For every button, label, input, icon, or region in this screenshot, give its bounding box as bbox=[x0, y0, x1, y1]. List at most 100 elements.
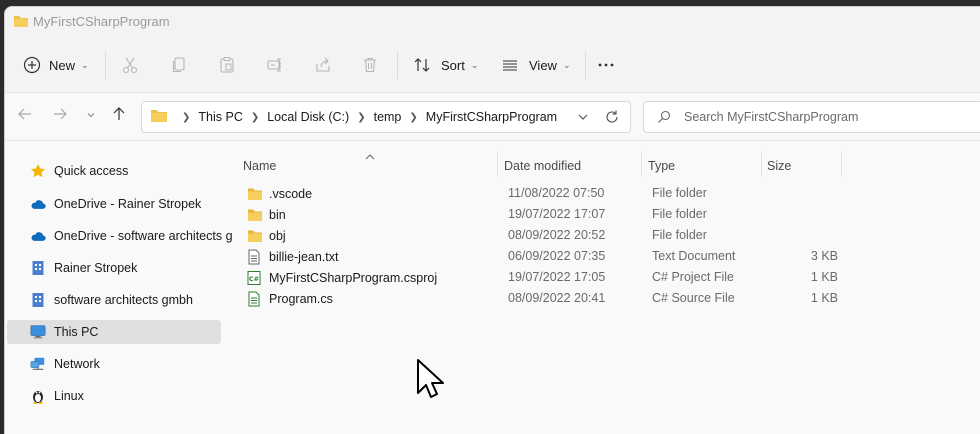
file-type: File folder bbox=[652, 228, 707, 242]
column-divider[interactable] bbox=[761, 151, 762, 177]
building-icon bbox=[30, 260, 46, 276]
copy-icon bbox=[170, 56, 188, 74]
file-type: Text Document bbox=[652, 249, 736, 263]
column-divider[interactable] bbox=[497, 151, 498, 177]
mouse-cursor-icon bbox=[416, 358, 444, 405]
file-size: 1 KB bbox=[810, 291, 838, 305]
command-bar: New ⌄ Sort ⌄ View ⌄ bbox=[5, 37, 980, 93]
table-row[interactable]: C# MyFirstCSharpProgram.csproj 19/07/202… bbox=[241, 267, 841, 288]
new-button[interactable]: New ⌄ bbox=[23, 49, 89, 81]
view-list-icon bbox=[501, 56, 519, 74]
monitor-icon bbox=[30, 324, 46, 340]
sort-ascending-icon bbox=[365, 147, 375, 165]
table-row[interactable]: bin 19/07/2022 17:07 File folder bbox=[241, 204, 841, 225]
folder-icon bbox=[247, 186, 263, 202]
column-header-size[interactable]: Size bbox=[767, 155, 791, 177]
copy-button[interactable] bbox=[170, 49, 188, 81]
search-placeholder: Search MyFirstCSharpProgram bbox=[684, 110, 859, 124]
recent-locations-button[interactable] bbox=[81, 106, 101, 126]
file-name: obj bbox=[269, 229, 286, 243]
file-type: File folder bbox=[652, 207, 707, 221]
file-name: billie-jean.txt bbox=[269, 250, 339, 264]
column-divider[interactable] bbox=[841, 151, 842, 177]
chevron-down-icon: ⌄ bbox=[81, 59, 89, 70]
column-header-type[interactable]: Type bbox=[648, 155, 675, 177]
breadcrumb-this-pc[interactable]: This PC bbox=[198, 110, 242, 124]
file-date: 19/07/2022 17:07 bbox=[508, 207, 606, 221]
text-file-icon bbox=[247, 249, 263, 265]
folder-icon bbox=[247, 228, 263, 244]
file-name-cell: C# MyFirstCSharpProgram.csproj bbox=[247, 270, 437, 286]
file-size: 1 KB bbox=[810, 270, 838, 284]
rename-button[interactable] bbox=[266, 49, 284, 81]
table-row[interactable]: obj 08/09/2022 20:52 File folder bbox=[241, 225, 841, 246]
sidebar-item-software-architects[interactable]: software architects gmbh bbox=[7, 288, 221, 312]
sidebar-item-label: Linux bbox=[54, 389, 84, 403]
sort-button[interactable]: Sort ⌄ bbox=[413, 49, 478, 81]
rename-icon bbox=[266, 56, 284, 74]
sidebar-item-label: software architects gmbh bbox=[54, 293, 193, 307]
more-icon bbox=[597, 56, 615, 74]
sidebar-item-label: Rainer Stropek bbox=[54, 261, 138, 275]
file-name-cell: .vscode bbox=[247, 186, 312, 202]
sidebar-item-quick-access[interactable]: Quick access bbox=[7, 159, 221, 183]
table-row[interactable]: Program.cs 08/09/2022 20:41 C# Source Fi… bbox=[241, 288, 841, 309]
sidebar-item-onedrive-business[interactable]: OneDrive - software architects g bbox=[7, 224, 233, 248]
file-name-cell: Program.cs bbox=[247, 291, 333, 307]
view-button[interactable]: View ⌄ bbox=[501, 49, 571, 81]
file-type: File folder bbox=[652, 186, 707, 200]
chevron-right-icon[interactable]: ❯ bbox=[251, 112, 259, 123]
address-history-dropdown[interactable] bbox=[576, 110, 590, 129]
file-list: Name Date modified Type Size .vscode 11/… bbox=[229, 141, 980, 434]
chevron-down-icon: ⌄ bbox=[562, 59, 571, 70]
column-header-name[interactable]: Name bbox=[243, 155, 276, 177]
share-button[interactable] bbox=[314, 49, 332, 81]
scissors-icon bbox=[121, 56, 139, 74]
arrow-right-icon bbox=[52, 106, 68, 127]
file-date: 11/08/2022 07:50 bbox=[508, 186, 605, 200]
up-button[interactable] bbox=[109, 106, 129, 126]
column-header-date[interactable]: Date modified bbox=[504, 155, 581, 177]
more-options-button[interactable] bbox=[597, 49, 615, 81]
refresh-icon[interactable] bbox=[604, 109, 620, 130]
sort-label: Sort bbox=[441, 57, 465, 73]
breadcrumb: ❯ This PC ❯ Local Disk (C:) ❯ temp ❯ MyF… bbox=[150, 102, 557, 132]
file-name: Program.cs bbox=[269, 292, 333, 306]
file-date: 06/09/2022 07:35 bbox=[508, 249, 606, 263]
file-date: 08/09/2022 20:52 bbox=[508, 228, 606, 242]
cs-file-icon bbox=[247, 291, 263, 307]
breadcrumb-local-disk[interactable]: Local Disk (C:) bbox=[267, 110, 349, 124]
sidebar-item-this-pc[interactable]: This PC bbox=[7, 320, 221, 344]
search-input[interactable]: Search MyFirstCSharpProgram bbox=[643, 101, 980, 133]
file-date: 08/09/2022 20:41 bbox=[508, 291, 606, 305]
column-divider[interactable] bbox=[641, 151, 642, 177]
breadcrumb-temp[interactable]: temp bbox=[374, 110, 402, 124]
explorer-window: MyFirstCSharpProgram New ⌄ Sort ⌄ View ⌄… bbox=[4, 6, 980, 434]
address-bar[interactable]: ❯ This PC ❯ Local Disk (C:) ❯ temp ❯ MyF… bbox=[141, 101, 631, 133]
file-type: C# Source File bbox=[652, 291, 735, 305]
folder-icon bbox=[150, 108, 168, 126]
delete-button[interactable] bbox=[361, 49, 379, 81]
paste-button[interactable] bbox=[218, 49, 236, 81]
breadcrumb-current-folder[interactable]: MyFirstCSharpProgram bbox=[426, 110, 557, 124]
sidebar-item-linux[interactable]: Linux bbox=[7, 384, 221, 408]
table-row[interactable]: .vscode 11/08/2022 07:50 File folder bbox=[241, 183, 841, 204]
navigation-pane: Quick access OneDrive - Rainer Stropek O… bbox=[5, 141, 233, 434]
chevron-right-icon[interactable]: ❯ bbox=[357, 112, 365, 123]
sidebar-item-onedrive-personal[interactable]: OneDrive - Rainer Stropek bbox=[7, 192, 221, 216]
cloud-icon bbox=[30, 196, 46, 212]
cut-button[interactable] bbox=[121, 49, 139, 81]
forward-button[interactable] bbox=[50, 106, 70, 126]
file-date: 19/07/2022 17:05 bbox=[508, 270, 606, 284]
building-icon bbox=[30, 292, 46, 308]
back-button[interactable] bbox=[15, 106, 35, 126]
sidebar-item-label: This PC bbox=[54, 325, 99, 339]
sidebar-item-label: OneDrive - Rainer Stropek bbox=[54, 197, 202, 211]
file-size: 3 KB bbox=[810, 249, 838, 263]
sidebar-item-network[interactable]: Network bbox=[7, 352, 221, 376]
sidebar-item-rainer-stropek[interactable]: Rainer Stropek bbox=[7, 256, 221, 280]
toolbar-divider bbox=[105, 51, 106, 79]
chevron-right-icon[interactable]: ❯ bbox=[409, 112, 417, 123]
table-row[interactable]: billie-jean.txt 06/09/2022 07:35 Text Do… bbox=[241, 246, 841, 267]
window-title: MyFirstCSharpProgram bbox=[33, 14, 170, 29]
